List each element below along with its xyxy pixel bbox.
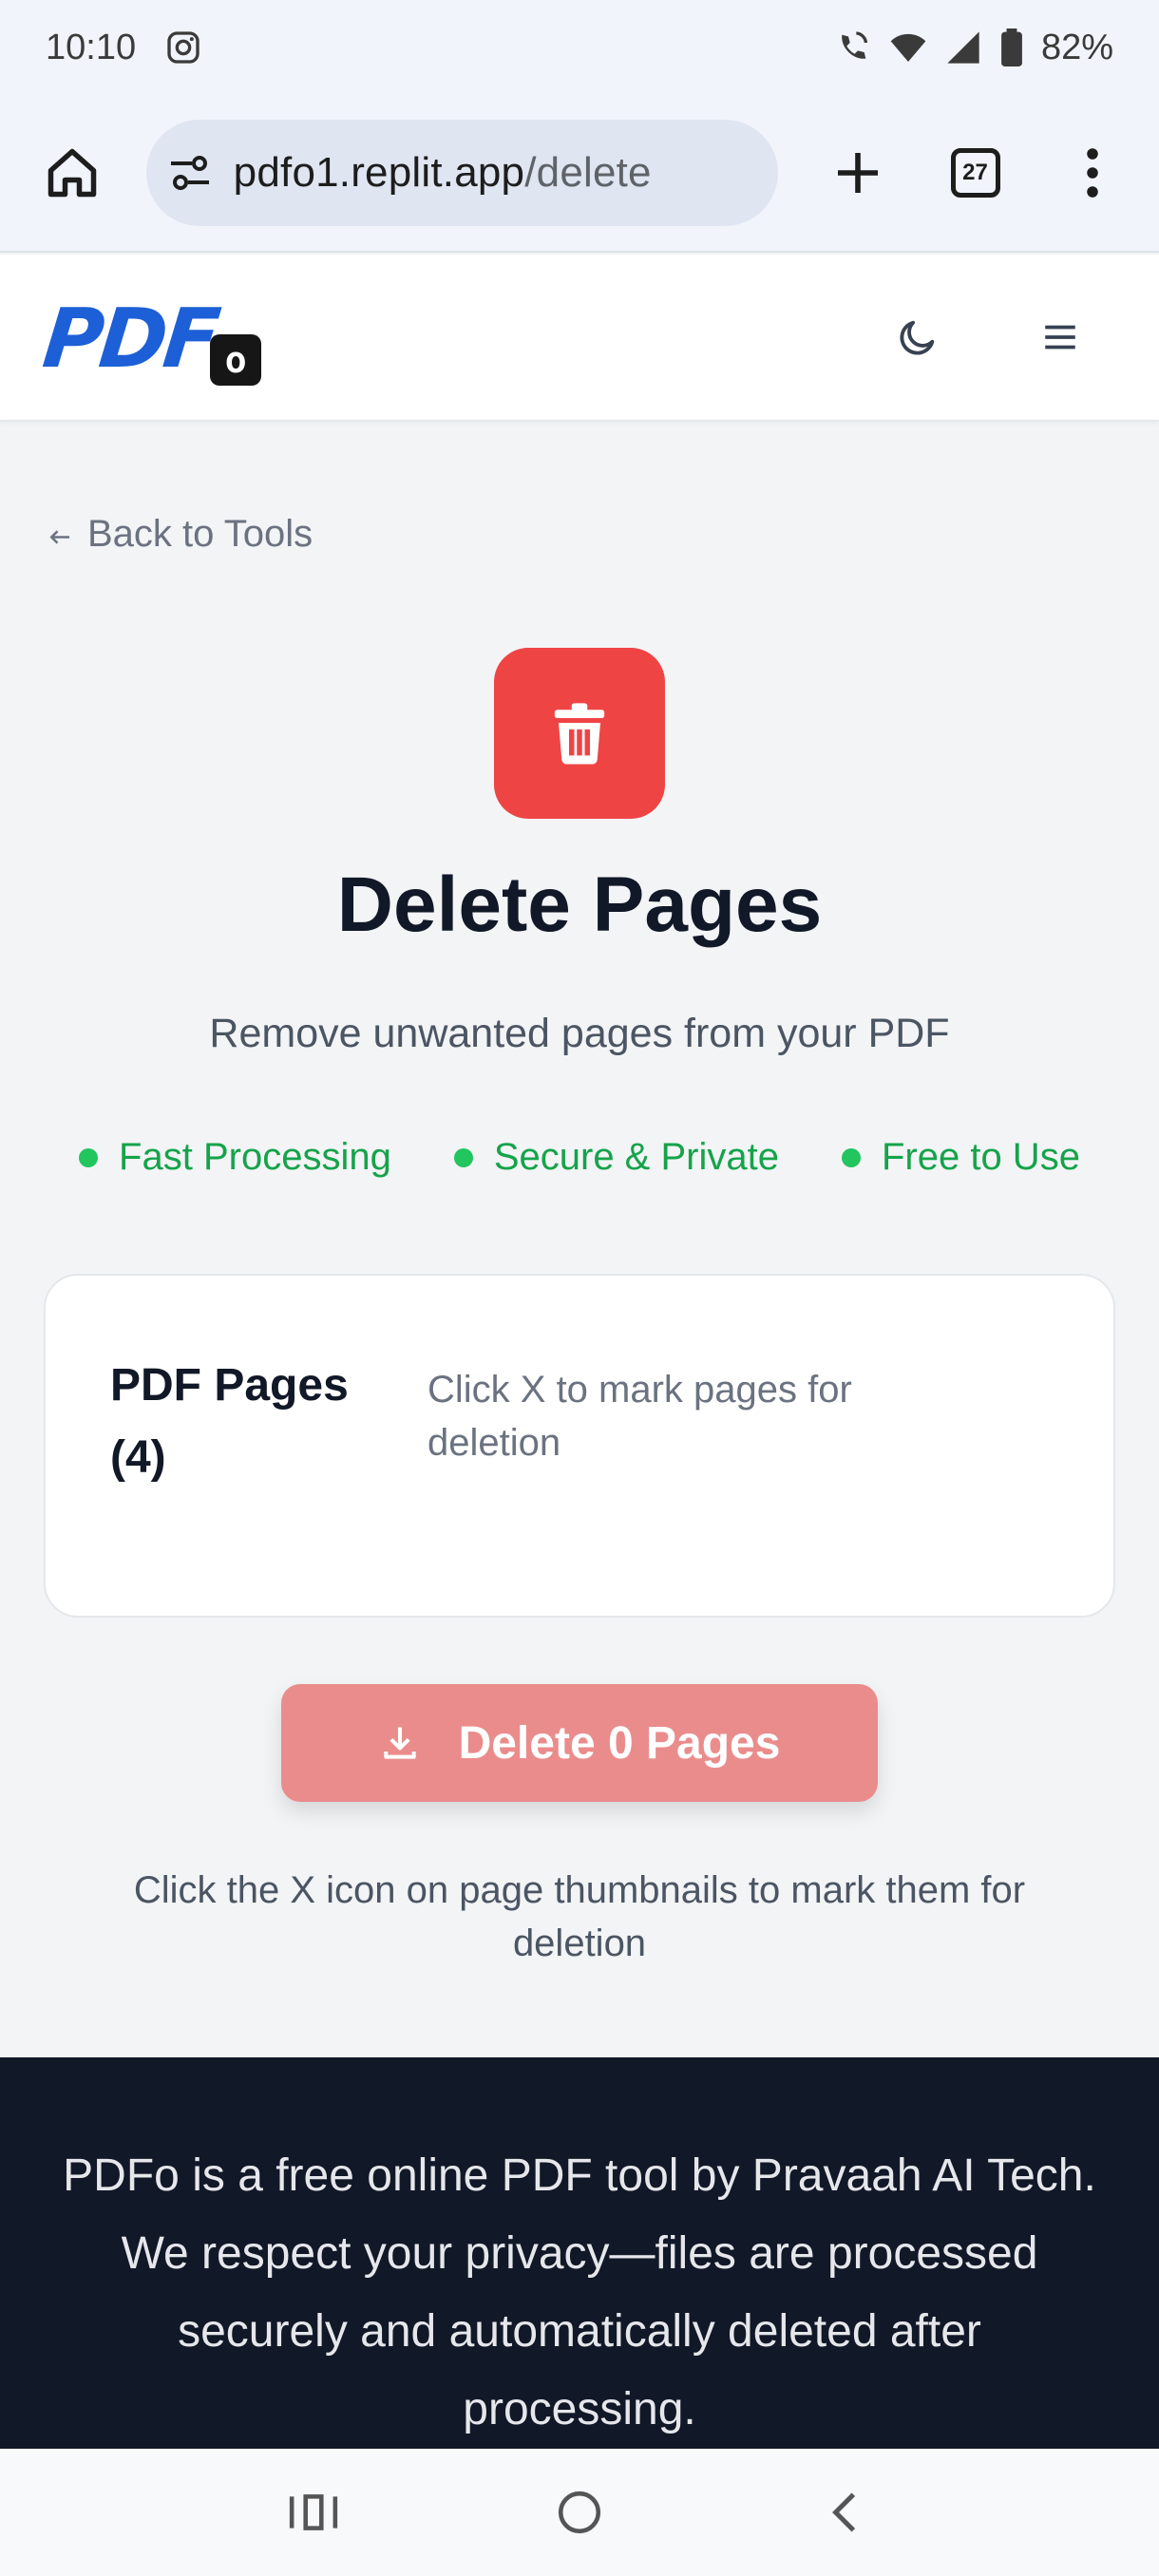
theme-toggle-button[interactable] bbox=[889, 309, 946, 366]
green-dot-icon bbox=[841, 1147, 861, 1167]
new-tab-button[interactable] bbox=[820, 135, 896, 211]
home-button[interactable] bbox=[36, 137, 108, 209]
system-nav-bar bbox=[0, 2449, 1159, 2576]
url-text: pdfo1.replit.app/delete bbox=[234, 149, 652, 197]
signal-icon bbox=[947, 31, 979, 64]
tab-switcher-button[interactable]: 27 bbox=[938, 135, 1014, 211]
battery-icon bbox=[1001, 28, 1022, 66]
site-header: PDF o bbox=[0, 255, 1159, 422]
site-footer: PDFo is a free online PDF tool by Pravaa… bbox=[0, 2057, 1159, 2449]
feature-item: Free to Use bbox=[841, 1136, 1080, 1179]
home-icon bbox=[48, 148, 97, 198]
arrow-left-icon bbox=[49, 529, 69, 544]
page-title: Delete Pages bbox=[336, 862, 823, 948]
trash-icon bbox=[554, 703, 605, 765]
back-nav-button[interactable] bbox=[808, 2474, 884, 2550]
back-to-tools-link[interactable]: Back to Tools bbox=[46, 513, 313, 556]
browser-toolbar: pdfo1.replit.app/delete 27 bbox=[0, 95, 1159, 253]
back-chevron-icon bbox=[832, 2492, 856, 2532]
browser-menu-button[interactable] bbox=[1054, 135, 1130, 211]
feature-label: Free to Use bbox=[881, 1136, 1080, 1178]
url-path: /delete bbox=[524, 149, 652, 196]
tab-count: 27 bbox=[950, 148, 1000, 198]
more-vert-icon bbox=[1087, 148, 1098, 198]
logo[interactable]: PDF o bbox=[39, 292, 262, 387]
back-link-label: Back to Tools bbox=[87, 513, 314, 555]
wifi-icon bbox=[890, 33, 926, 62]
pdf-pages-title: PDF Pages (4) bbox=[110, 1360, 349, 1483]
home-circle-icon bbox=[558, 2491, 601, 2534]
plus-icon bbox=[837, 153, 878, 193]
feature-list: Fast Processing Secure & Private Free to… bbox=[0, 1136, 1159, 1179]
feature-item: Secure & Private bbox=[453, 1136, 779, 1179]
feature-label: Fast Processing bbox=[119, 1136, 391, 1178]
tool-icon-tile bbox=[494, 648, 665, 819]
footer-text: PDFo is a free online PDF tool by Pravaa… bbox=[63, 2150, 1096, 2434]
feature-label: Secure & Private bbox=[493, 1136, 779, 1178]
wifi-calling-icon bbox=[842, 31, 867, 59]
page-subtitle: Remove unwanted pages from your PDF bbox=[209, 1011, 950, 1056]
feature-item: Fast Processing bbox=[79, 1136, 391, 1179]
recents-icon bbox=[289, 2494, 338, 2530]
hamburger-icon bbox=[1045, 325, 1075, 350]
address-bar[interactable]: pdfo1.replit.app/delete bbox=[145, 120, 779, 226]
status-bar: 10:10 82% bbox=[0, 0, 1159, 95]
green-dot-icon bbox=[453, 1147, 473, 1167]
help-text: Click the X icon on page thumbnails to m… bbox=[133, 1869, 1026, 1964]
home-nav-button[interactable] bbox=[542, 2474, 618, 2550]
delete-pages-button[interactable]: Delete 0 Pages bbox=[281, 1684, 878, 1802]
menu-button[interactable] bbox=[1032, 309, 1089, 366]
battery-percent: 82% bbox=[1040, 27, 1113, 67]
logo-text: PDF bbox=[38, 292, 221, 387]
url-host: pdfo1.replit.app bbox=[233, 149, 525, 196]
download-icon bbox=[383, 1727, 416, 1759]
delete-button-label: Delete 0 Pages bbox=[458, 1717, 781, 1769]
logo-badge: o bbox=[210, 334, 262, 386]
moon-icon bbox=[900, 320, 935, 355]
pdf-pages-card: PDF Pages (4) Click X to mark pages for … bbox=[44, 1274, 1115, 1618]
instagram-icon bbox=[167, 31, 200, 64]
recents-button[interactable] bbox=[276, 2474, 352, 2550]
pdf-pages-hint: Click X to mark pages for deletion bbox=[428, 1369, 852, 1464]
site-settings-icon[interactable] bbox=[167, 150, 213, 196]
status-time: 10:10 bbox=[46, 27, 137, 67]
green-dot-icon bbox=[79, 1147, 99, 1167]
